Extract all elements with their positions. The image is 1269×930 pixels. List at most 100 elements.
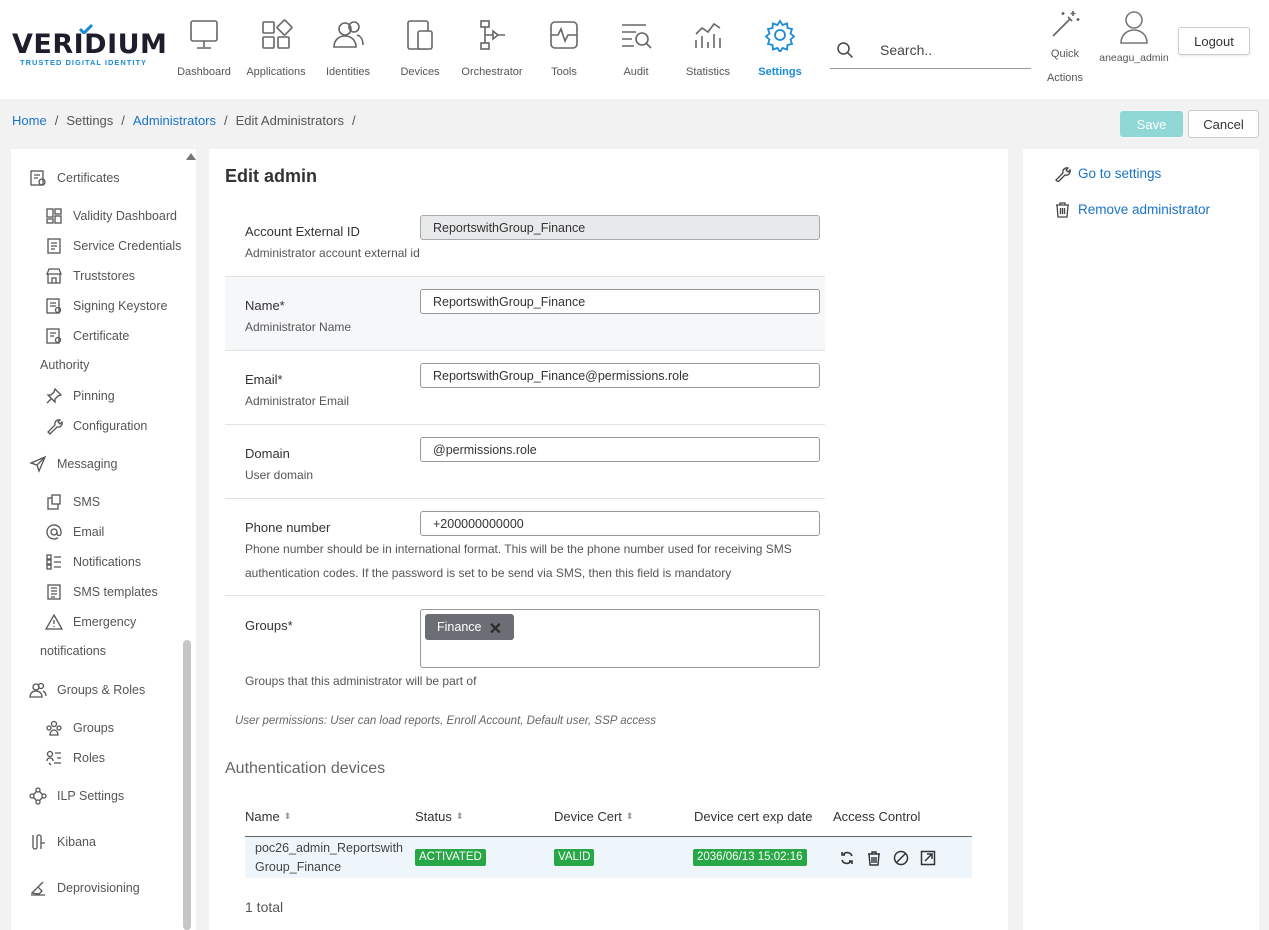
table-row: poc26_admin_Reportswith Group_Finance AC…: [245, 837, 972, 878]
sidebar-item-sms-templates[interactable]: SMS templates: [45, 583, 158, 601]
name-input[interactable]: [420, 289, 820, 314]
sidebar-item-certificates[interactable]: Certificates: [29, 169, 120, 187]
devices-icon: [407, 20, 433, 50]
sidebar-item-sms[interactable]: SMS: [45, 493, 100, 511]
nav-identities[interactable]: Identities: [312, 0, 384, 99]
search-input[interactable]: [880, 38, 1025, 62]
col-device-cert[interactable]: Device Cert ⬍: [554, 809, 633, 824]
go-to-settings-link[interactable]: Go to settings: [1054, 165, 1161, 182]
sidebar-item-pinning[interactable]: Pinning: [45, 387, 115, 405]
email-input[interactable]: [420, 363, 820, 388]
sidebar-label: SMS templates: [73, 585, 158, 599]
at-sign-icon: [46, 524, 62, 540]
col-header-label: Device Cert: [554, 809, 622, 824]
sidebar-item-signing-keystore[interactable]: Signing Keystore: [45, 297, 168, 315]
col-name[interactable]: Name ⬍: [245, 809, 291, 824]
trash-icon: [868, 851, 880, 866]
save-button[interactable]: Save: [1120, 111, 1183, 137]
sort-icon: ⬍: [455, 811, 464, 821]
sidebar-label: Emergency: [73, 615, 137, 629]
sidebar-item-messaging[interactable]: Messaging: [29, 455, 117, 473]
list-icon: [46, 554, 61, 570]
sidebar-item-service-credentials[interactable]: Service Credentials: [45, 237, 181, 255]
nav-dashboard[interactable]: Dashboard: [168, 0, 240, 99]
remove-administrator-link[interactable]: Remove administrator: [1054, 201, 1210, 218]
magic-wand-icon: [1052, 11, 1080, 37]
remove-chip-icon[interactable]: ✕: [489, 619, 502, 639]
sidebar-label: Notifications: [73, 555, 142, 569]
delete-button[interactable]: [866, 849, 893, 867]
col-access-control: Access Control: [833, 809, 920, 824]
orchestrator-icon: [480, 20, 505, 50]
nav-applications[interactable]: Applications: [240, 0, 312, 99]
domain-input[interactable]: [420, 437, 820, 462]
sidebar-item-emergency-notifications[interactable]: Emergency: [45, 613, 136, 631]
sidebar-item-groups[interactable]: Groups: [45, 719, 114, 737]
document-icon: [47, 238, 61, 254]
sidebar-item-roles[interactable]: Roles: [45, 749, 105, 767]
nav-label: Applications: [246, 66, 306, 78]
logout-button[interactable]: Logout: [1178, 27, 1250, 55]
sidebar-label: Service Credentials: [73, 239, 182, 253]
sidebar-label-wrap: notifications: [40, 644, 107, 658]
scroll-up-arrow-icon[interactable]: [186, 153, 196, 160]
nav-devices[interactable]: Devices: [384, 0, 456, 99]
section-title: Authentication devices: [225, 760, 386, 777]
nav-orchestrator[interactable]: Orchestrator: [456, 0, 528, 99]
block-icon: [893, 850, 909, 866]
block-button[interactable]: [893, 849, 920, 867]
nav-label: Devices: [400, 66, 440, 78]
sidebar-item-truststores[interactable]: Truststores: [45, 267, 135, 285]
field-label: Phone number: [245, 520, 331, 535]
sidebar-item-kibana[interactable]: Kibana: [29, 833, 96, 851]
sidebar-item-ilp-settings[interactable]: ILP Settings: [29, 787, 124, 805]
quick-actions[interactable]: Quick Actions: [1040, 8, 1090, 90]
veridium-logo[interactable]: VERIDIUM TRUSTED DIGITAL IDENTITY: [12, 24, 167, 67]
open-button[interactable]: [920, 849, 947, 867]
sidebar-scroll-thumb[interactable]: [183, 640, 191, 930]
field-help: Groups that this administrator will be p…: [245, 674, 477, 688]
sidebar-item-notifications[interactable]: Notifications: [45, 553, 141, 571]
warning-icon: [45, 613, 63, 630]
col-header-label: Status: [415, 809, 452, 824]
phone-input[interactable]: [420, 511, 820, 536]
sort-icon: ⬍: [625, 811, 634, 821]
quick-actions-label-2: Actions: [1046, 72, 1084, 84]
field-phone: Phone number Phone number should be in i…: [225, 499, 825, 595]
groups-multiselect[interactable]: Finance ✕: [420, 609, 820, 668]
field-label: Groups*: [245, 618, 293, 633]
field-help: Administrator Name: [245, 320, 352, 334]
sidebar-label-wrap: Authority: [40, 358, 90, 372]
nav-tools[interactable]: Tools: [528, 0, 600, 99]
nav-label: Tools: [551, 66, 577, 78]
col-header-label: Access Control: [833, 809, 921, 824]
sidebar-label: Signing Keystore: [73, 299, 168, 313]
page-title: Edit admin: [225, 166, 318, 186]
refresh-button[interactable]: [839, 849, 866, 867]
keystore-icon: [46, 298, 62, 314]
breadcrumb-home[interactable]: Home: [12, 113, 47, 128]
breadcrumb-administrators[interactable]: Administrators: [133, 113, 216, 128]
sidebar-label: Certificate: [73, 329, 130, 343]
audit-icon: [622, 24, 652, 49]
sidebar-label: Groups: [73, 721, 114, 735]
gear-icon: [764, 19, 796, 52]
link-label: Go to settings: [1078, 166, 1162, 181]
sidebar-item-email[interactable]: Email: [45, 523, 104, 541]
field-label: Domain: [245, 446, 290, 461]
nav-settings[interactable]: Settings: [744, 0, 816, 99]
sidebar-item-validity-dashboard[interactable]: Validity Dashboard: [45, 207, 177, 225]
col-status[interactable]: Status ⬍: [415, 809, 463, 824]
user-menu[interactable]: aneagu_admin: [1096, 10, 1172, 64]
sidebar-item-configuration[interactable]: Configuration: [45, 417, 147, 435]
nav-audit[interactable]: Audit: [600, 0, 672, 99]
field-label: Account External ID: [245, 224, 360, 239]
sidebar-item-groups-roles[interactable]: Groups & Roles: [29, 681, 145, 699]
pin-icon: [46, 387, 63, 404]
sidebar-item-certificate-authority[interactable]: Certificate: [45, 327, 129, 345]
sidebar-item-deprovisioning[interactable]: Deprovisioning: [29, 879, 140, 897]
group-chip: Finance ✕: [425, 614, 514, 640]
field-help: authentication codes. If the password is…: [245, 566, 732, 580]
nav-statistics[interactable]: Statistics: [672, 0, 744, 99]
cancel-button[interactable]: Cancel: [1188, 110, 1259, 138]
